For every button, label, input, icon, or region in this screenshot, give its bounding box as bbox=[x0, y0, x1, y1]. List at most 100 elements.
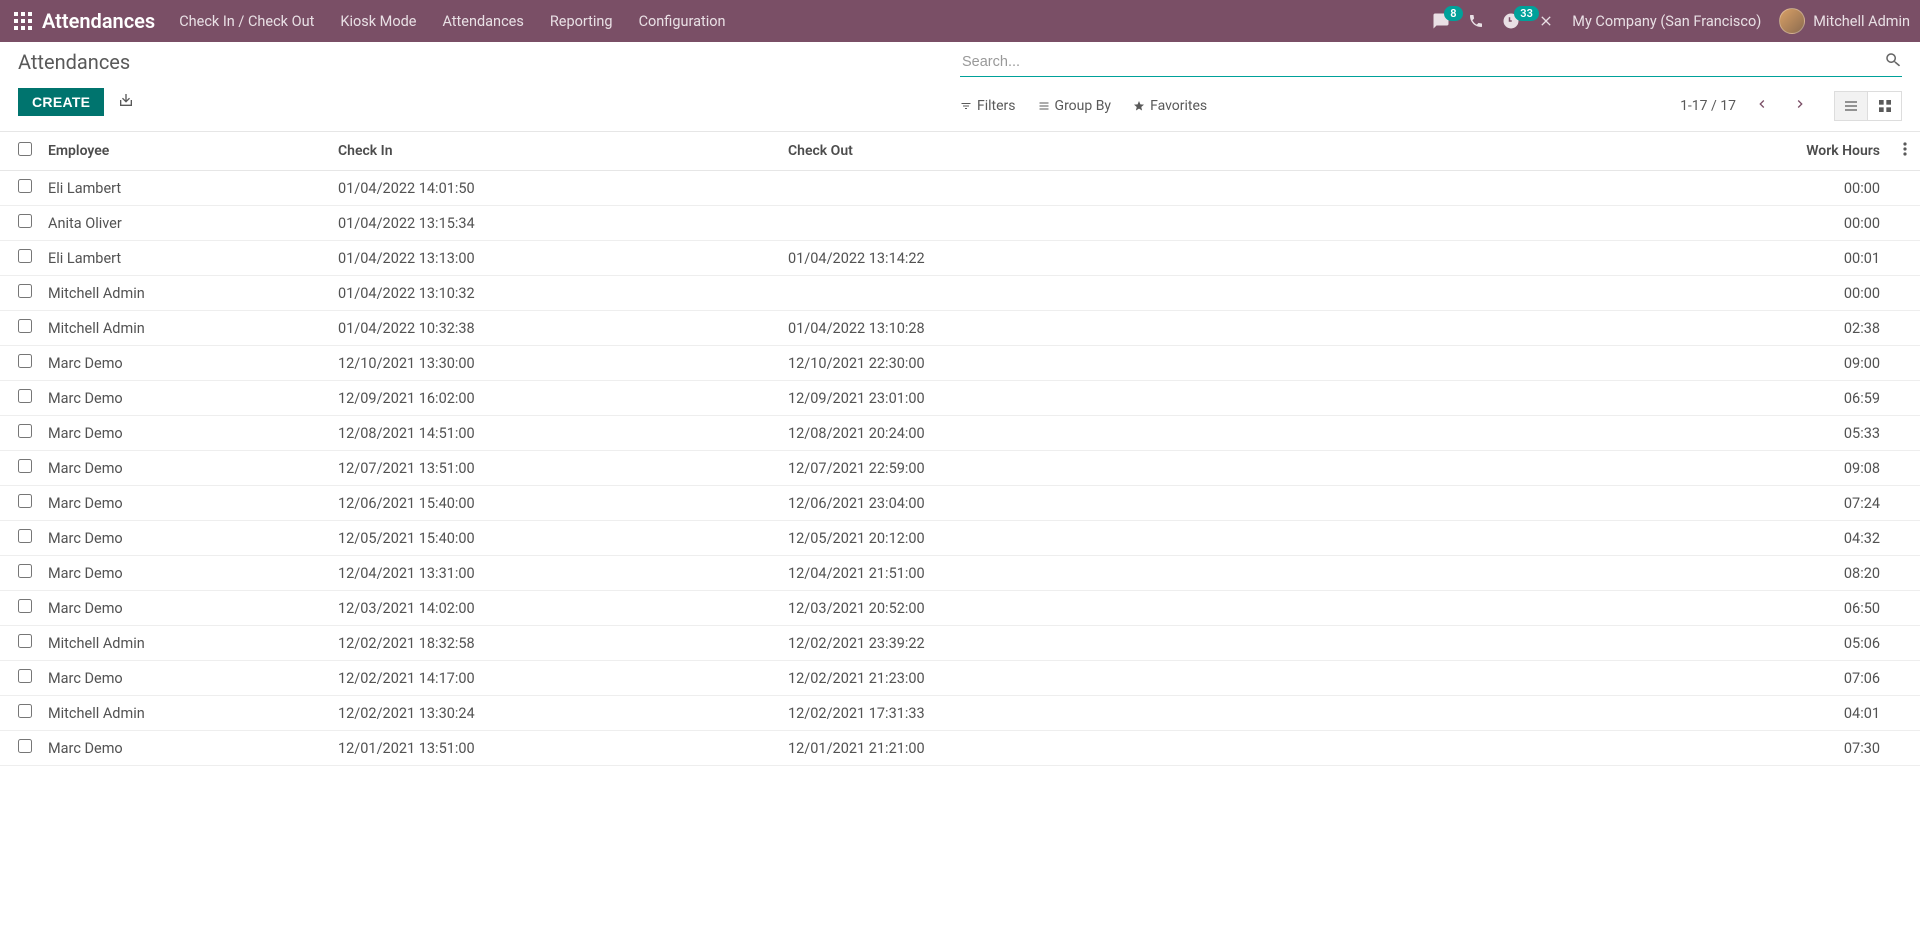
menu-configuration[interactable]: Configuration bbox=[639, 13, 726, 30]
search-input[interactable] bbox=[960, 50, 1876, 74]
table-row[interactable]: Marc Demo12/05/2021 15:40:0012/05/2021 2… bbox=[0, 521, 1920, 556]
debug-icon[interactable] bbox=[1538, 13, 1554, 29]
cell-workhours: 04:01 bbox=[1473, 696, 1890, 731]
col-options[interactable] bbox=[1890, 132, 1920, 171]
table-row[interactable]: Marc Demo12/04/2021 13:31:0012/04/2021 2… bbox=[0, 556, 1920, 591]
col-employee[interactable]: Employee bbox=[40, 132, 330, 171]
favorites-label: Favorites bbox=[1150, 98, 1207, 114]
cell-checkin: 01/04/2022 13:13:00 bbox=[330, 241, 780, 276]
user-menu[interactable]: Mitchell Admin bbox=[1779, 8, 1910, 34]
table-row[interactable]: Marc Demo12/06/2021 15:40:0012/06/2021 2… bbox=[0, 486, 1920, 521]
user-name: Mitchell Admin bbox=[1813, 13, 1910, 30]
row-checkbox[interactable] bbox=[18, 424, 32, 438]
table-row[interactable]: Mitchell Admin12/02/2021 18:32:5812/02/2… bbox=[0, 626, 1920, 661]
table-row[interactable]: Mitchell Admin01/04/2022 13:10:3200:00 bbox=[0, 276, 1920, 311]
menu-kiosk-mode[interactable]: Kiosk Mode bbox=[340, 13, 416, 30]
cell-checkout: 01/04/2022 13:10:28 bbox=[780, 311, 1473, 346]
activities-badge: 33 bbox=[1514, 6, 1539, 21]
cell-employee: Marc Demo bbox=[40, 486, 330, 521]
create-button[interactable]: CREATE bbox=[18, 88, 104, 116]
row-checkbox[interactable] bbox=[18, 599, 32, 613]
pager-next[interactable] bbox=[1788, 94, 1812, 118]
table-row[interactable]: Marc Demo12/02/2021 14:17:0012/02/2021 2… bbox=[0, 661, 1920, 696]
topbar: Attendances Check In / Check Out Kiosk M… bbox=[0, 0, 1920, 42]
avatar bbox=[1779, 8, 1805, 34]
messaging-icon[interactable]: 8 bbox=[1432, 12, 1450, 30]
cell-checkin: 12/07/2021 13:51:00 bbox=[330, 451, 780, 486]
download-icon[interactable] bbox=[118, 92, 134, 112]
row-checkbox[interactable] bbox=[18, 319, 32, 333]
table-row[interactable]: Marc Demo12/07/2021 13:51:0012/07/2021 2… bbox=[0, 451, 1920, 486]
menu-checkin-checkout[interactable]: Check In / Check Out bbox=[179, 13, 314, 30]
cell-checkin: 12/10/2021 13:30:00 bbox=[330, 346, 780, 381]
row-checkbox[interactable] bbox=[18, 704, 32, 718]
pager-prev[interactable] bbox=[1750, 94, 1774, 118]
table-row[interactable]: Marc Demo12/01/2021 13:51:0012/01/2021 2… bbox=[0, 731, 1920, 766]
row-checkbox[interactable] bbox=[18, 389, 32, 403]
table-row[interactable]: Eli Lambert01/04/2022 13:13:0001/04/2022… bbox=[0, 241, 1920, 276]
close-icon bbox=[1538, 13, 1554, 29]
table-row[interactable]: Marc Demo12/10/2021 13:30:0012/10/2021 2… bbox=[0, 346, 1920, 381]
activities-icon[interactable]: 33 bbox=[1502, 12, 1520, 30]
filters-button[interactable]: Filters bbox=[960, 98, 1016, 114]
groupby-button[interactable]: Group By bbox=[1038, 98, 1112, 114]
row-checkbox[interactable] bbox=[18, 214, 32, 228]
search-icon[interactable] bbox=[1884, 51, 1902, 73]
company-selector[interactable]: My Company (San Francisco) bbox=[1572, 13, 1761, 30]
menu-reporting[interactable]: Reporting bbox=[550, 13, 613, 30]
messaging-badge: 8 bbox=[1444, 6, 1462, 21]
content-header: Attendances CREATE Filters Group By bbox=[0, 42, 1920, 121]
cell-checkout bbox=[780, 171, 1473, 206]
row-checkbox[interactable] bbox=[18, 739, 32, 753]
favorites-button[interactable]: Favorites bbox=[1133, 98, 1207, 114]
row-checkbox[interactable] bbox=[18, 354, 32, 368]
view-switcher bbox=[1834, 91, 1902, 121]
cell-checkin: 01/04/2022 13:15:34 bbox=[330, 206, 780, 241]
cell-checkin: 12/04/2021 13:31:00 bbox=[330, 556, 780, 591]
search-bar bbox=[960, 50, 1902, 77]
cell-checkout: 12/02/2021 21:23:00 bbox=[780, 661, 1473, 696]
menu-attendances[interactable]: Attendances bbox=[442, 13, 523, 30]
cell-employee: Marc Demo bbox=[40, 416, 330, 451]
cell-workhours: 07:06 bbox=[1473, 661, 1890, 696]
table-row[interactable]: Mitchell Admin01/04/2022 10:32:3801/04/2… bbox=[0, 311, 1920, 346]
cell-checkin: 12/06/2021 15:40:00 bbox=[330, 486, 780, 521]
cell-employee: Mitchell Admin bbox=[40, 696, 330, 731]
cell-workhours: 04:32 bbox=[1473, 521, 1890, 556]
select-all-checkbox[interactable] bbox=[18, 142, 32, 156]
kanban-view-button[interactable] bbox=[1868, 91, 1902, 121]
row-checkbox[interactable] bbox=[18, 249, 32, 263]
cell-checkout: 12/07/2021 22:59:00 bbox=[780, 451, 1473, 486]
apps-menu-icon[interactable] bbox=[14, 12, 32, 30]
star-icon bbox=[1133, 100, 1145, 112]
cell-checkin: 12/08/2021 14:51:00 bbox=[330, 416, 780, 451]
cell-workhours: 07:30 bbox=[1473, 731, 1890, 766]
cell-workhours: 00:00 bbox=[1473, 276, 1890, 311]
col-workhours[interactable]: Work Hours bbox=[1473, 132, 1890, 171]
cell-employee: Marc Demo bbox=[40, 381, 330, 416]
table-row[interactable]: Marc Demo12/03/2021 14:02:0012/03/2021 2… bbox=[0, 591, 1920, 626]
col-checkout[interactable]: Check Out bbox=[780, 132, 1473, 171]
cell-employee: Mitchell Admin bbox=[40, 311, 330, 346]
col-checkin[interactable]: Check In bbox=[330, 132, 780, 171]
cell-checkout bbox=[780, 206, 1473, 241]
table-row[interactable]: Eli Lambert01/04/2022 14:01:5000:00 bbox=[0, 171, 1920, 206]
list-view-button[interactable] bbox=[1834, 91, 1868, 121]
cell-workhours: 06:50 bbox=[1473, 591, 1890, 626]
cell-checkout: 12/01/2021 21:21:00 bbox=[780, 731, 1473, 766]
phone-icon[interactable] bbox=[1468, 13, 1484, 29]
cell-employee: Marc Demo bbox=[40, 451, 330, 486]
row-checkbox[interactable] bbox=[18, 669, 32, 683]
table-row[interactable]: Anita Oliver01/04/2022 13:15:3400:00 bbox=[0, 206, 1920, 241]
cell-checkin: 01/04/2022 14:01:50 bbox=[330, 171, 780, 206]
table-row[interactable]: Mitchell Admin12/02/2021 13:30:2412/02/2… bbox=[0, 696, 1920, 731]
row-checkbox[interactable] bbox=[18, 494, 32, 508]
table-row[interactable]: Marc Demo12/08/2021 14:51:0012/08/2021 2… bbox=[0, 416, 1920, 451]
row-checkbox[interactable] bbox=[18, 634, 32, 648]
row-checkbox[interactable] bbox=[18, 179, 32, 193]
row-checkbox[interactable] bbox=[18, 284, 32, 298]
table-row[interactable]: Marc Demo12/09/2021 16:02:0012/09/2021 2… bbox=[0, 381, 1920, 416]
row-checkbox[interactable] bbox=[18, 529, 32, 543]
row-checkbox[interactable] bbox=[18, 564, 32, 578]
row-checkbox[interactable] bbox=[18, 459, 32, 473]
